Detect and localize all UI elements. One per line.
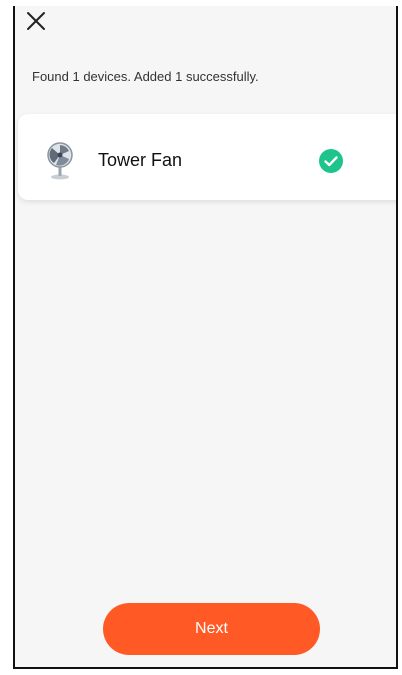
- device-card[interactable]: Tower Fan: [18, 114, 396, 200]
- device-name: Tower Fan: [98, 150, 183, 170]
- next-button[interactable]: Next: [103, 603, 320, 655]
- close-icon: [27, 12, 45, 30]
- check-circle-icon: [318, 148, 344, 174]
- close-button[interactable]: [25, 10, 47, 32]
- status-message: Found 1 devices. Added 1 successfully.: [32, 69, 259, 84]
- app-screen: Found 1 devices. Added 1 successfully. T…: [13, 6, 398, 669]
- fan-icon: [46, 142, 74, 180]
